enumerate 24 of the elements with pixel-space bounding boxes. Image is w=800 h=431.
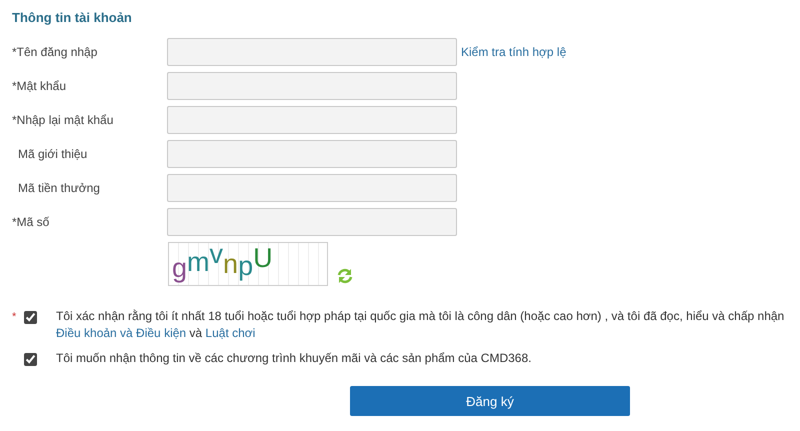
required-mark: * xyxy=(12,310,18,325)
input-field[interactable] xyxy=(167,140,457,168)
input-field[interactable] xyxy=(167,72,457,100)
field-label: Mã giới thiệu xyxy=(17,147,88,161)
checkbox[interactable] xyxy=(24,311,37,324)
field-label: *Mật khẩu xyxy=(12,79,68,93)
validity-link[interactable]: Kiểm tra tính hợp lệ xyxy=(461,45,566,59)
captcha-image: gmvnpU xyxy=(168,242,328,286)
agreement-text: Tôi muốn nhận thông tin về các chương trình khuyến mãi và các sản phẩm của CMD368. xyxy=(56,350,532,367)
field-label: Mã tiền thưởng xyxy=(17,181,101,195)
field-label: *Mã số xyxy=(12,215,50,229)
input-field[interactable] xyxy=(167,174,457,202)
input-field[interactable] xyxy=(167,208,457,236)
input-field[interactable] xyxy=(167,106,457,134)
checkbox[interactable] xyxy=(24,353,37,366)
field-label: *Nhập lại mật khẩu xyxy=(12,113,114,127)
input-field[interactable] xyxy=(167,38,457,66)
agreement-text: Tôi xác nhận rằng tôi ít nhất 18 tuổi hoặc tuổi hợp pháp tại quốc gia mà tôi là công dân (hoặc cao hơn) , và tôi đã đọc, hiểu và chấp nhận Điều khoản và Điều kiện và Luật chơi xyxy=(56,308,784,342)
terms-link[interactable]: Điều khoản và Điều kiện xyxy=(56,326,186,340)
register-button[interactable]: Đăng ký xyxy=(350,386,630,416)
field-label: *Tên đăng nhập xyxy=(12,45,98,59)
terms-link[interactable]: Luật chơi xyxy=(205,326,256,340)
refresh-icon[interactable] xyxy=(337,268,353,284)
section-title: Thông tin tài khoản xyxy=(12,10,133,25)
